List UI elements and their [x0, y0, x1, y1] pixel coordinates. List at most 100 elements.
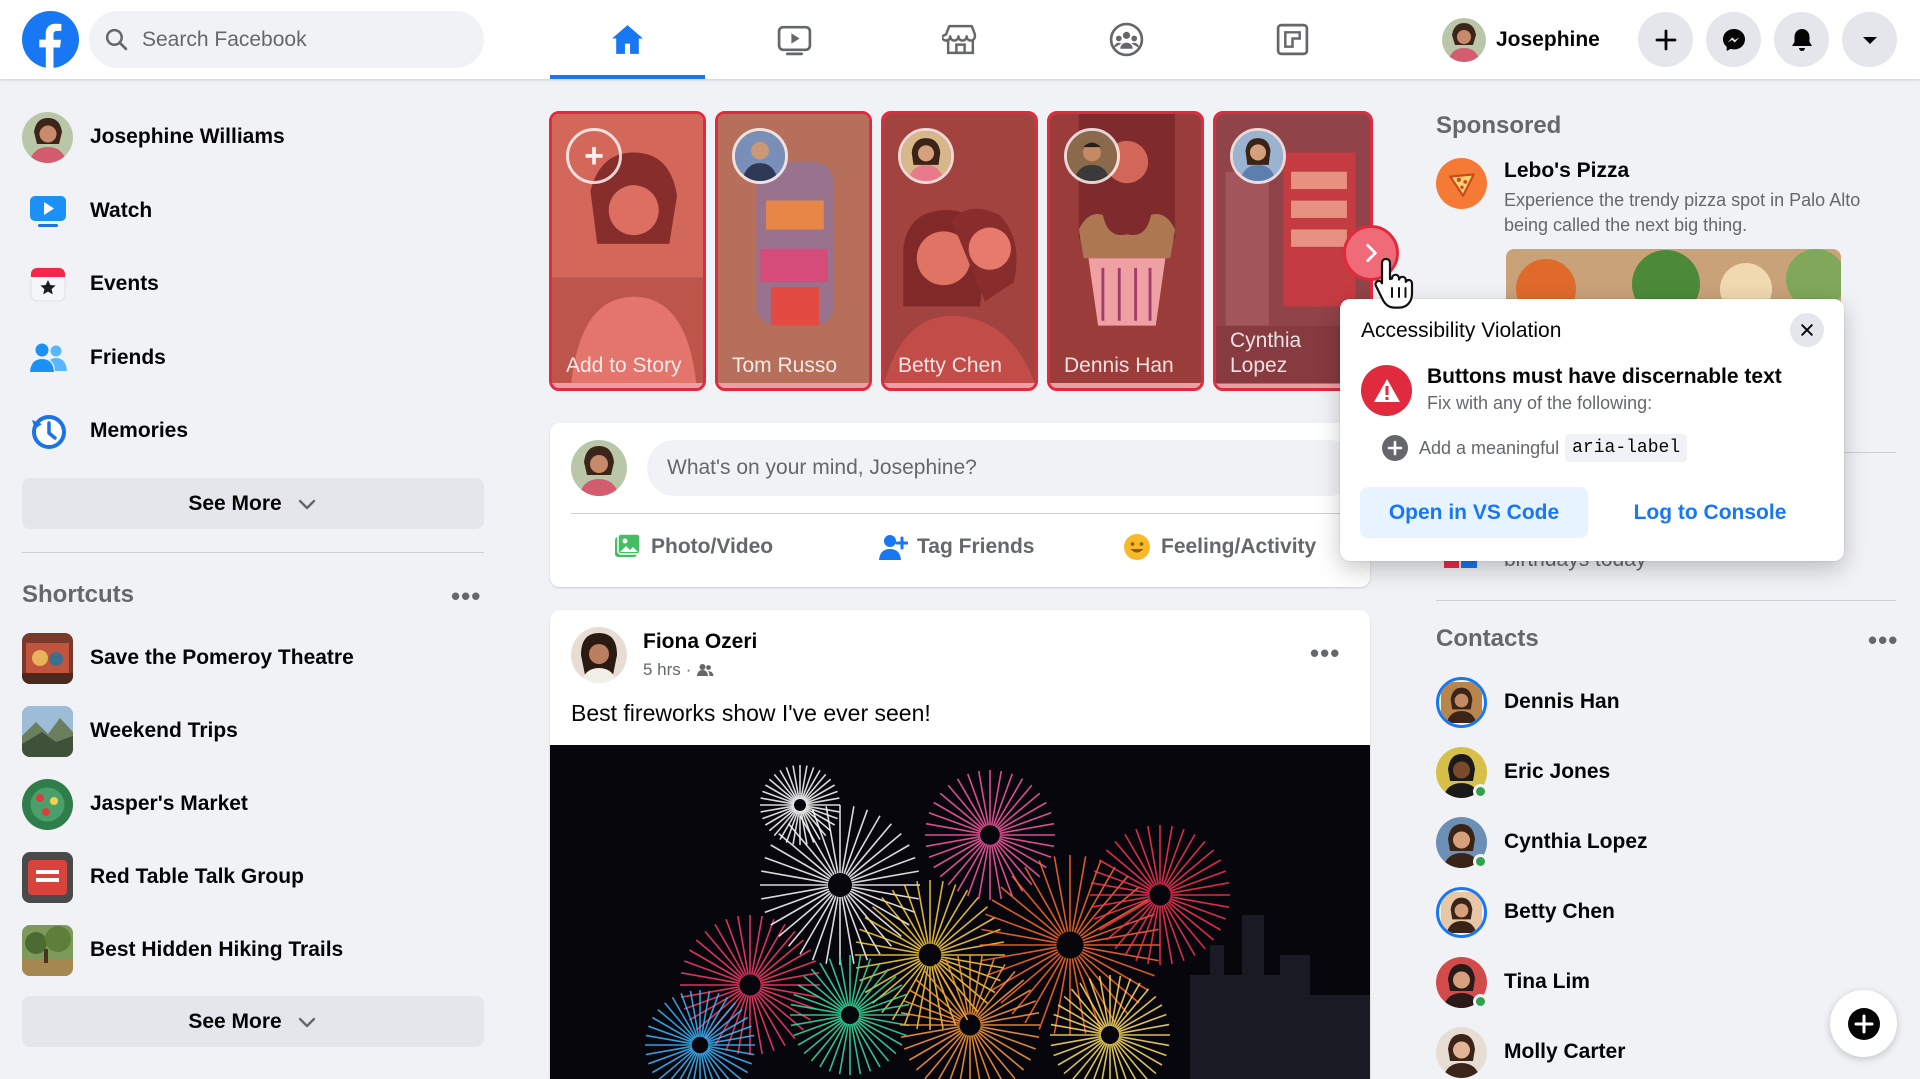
ad-image[interactable]	[1506, 249, 1841, 304]
see-more-label: See More	[188, 491, 282, 515]
shortcut-item[interactable]: Best Hidden Hiking Trails	[22, 922, 482, 978]
contact-item[interactable]: Eric Jones	[1436, 744, 1896, 800]
ad-description: Experience the trendy pizza spot in Palo…	[1504, 190, 1861, 235]
sidebar-item-events[interactable]: Events	[22, 256, 482, 312]
search-input[interactable]	[142, 27, 462, 52]
fireworks-image	[645, 765, 1370, 1079]
contact-item[interactable]: Cynthia Lopez	[1436, 814, 1896, 870]
feeling-activity-button[interactable]: Feeling/Activity	[1122, 525, 1316, 569]
composer-input[interactable]	[647, 440, 1357, 496]
shortcut-item[interactable]: Weekend Trips	[22, 703, 482, 759]
sidebar-item-label: Memories	[90, 419, 189, 442]
shortcut-thumbnail	[22, 632, 73, 684]
post-options-icon[interactable]: •••	[1310, 640, 1340, 666]
contact-item[interactable]: Dennis Han	[1436, 674, 1896, 730]
tab-marketplace[interactable]	[883, 0, 1038, 79]
advertiser-name[interactable]: Lebo's Pizza	[1504, 159, 1629, 183]
post-time[interactable]: 5 hrs	[643, 660, 681, 680]
photo-video-button[interactable]: Photo/Video	[612, 525, 773, 569]
sidebar-item-memories[interactable]: Memories	[22, 403, 482, 459]
open-in-vscode-button[interactable]: Open in VS Code	[1360, 487, 1588, 538]
sidebar-item-watch[interactable]: Watch	[22, 183, 482, 239]
avatar	[1436, 1026, 1487, 1078]
tab-home[interactable]	[550, 0, 705, 79]
warning-icon	[1361, 365, 1412, 416]
create-button[interactable]	[1638, 12, 1693, 67]
story-card[interactable]: Dennis Han	[1047, 111, 1204, 391]
contact-name: Dennis Han	[1504, 690, 1620, 713]
post-composer: Photo/Video Tag Friends Feeling/Activity	[550, 423, 1370, 587]
shortcut-thumbnail	[22, 851, 73, 903]
sidebar-item-label: Events	[90, 272, 159, 295]
log-to-console-button[interactable]: Log to Console	[1610, 487, 1810, 538]
plus-icon	[1655, 29, 1676, 50]
see-more-button[interactable]: See More	[22, 996, 484, 1047]
contacts-options-icon[interactable]: •••	[1868, 627, 1898, 653]
post-author[interactable]: Fiona Ozeri	[643, 630, 757, 654]
tag-friends-label: Tag Friends	[917, 535, 1035, 558]
sponsored-title: Sponsored	[1436, 112, 1562, 139]
shortcut-item[interactable]: Jasper's Market	[22, 776, 482, 832]
story-card-add[interactable]: + Add to Story	[549, 111, 706, 391]
story-name: Tom Russo	[732, 354, 838, 377]
messenger-button[interactable]	[1706, 12, 1761, 67]
gaming-icon	[1276, 23, 1309, 56]
post-image[interactable]	[550, 745, 1370, 1079]
story-card[interactable]: Tom Russo	[715, 111, 872, 391]
tag-friends-button[interactable]: Tag Friends	[878, 525, 1034, 569]
post-meta: 5 hrs ·	[643, 660, 714, 680]
avatar	[1436, 956, 1488, 1009]
shortcut-item[interactable]: Red Table Talk Group	[22, 849, 482, 905]
profile-name: Josephine	[1496, 28, 1600, 51]
search-bar[interactable]	[89, 11, 484, 68]
tab-watch[interactable]	[717, 0, 872, 79]
new-message-button[interactable]	[1830, 990, 1897, 1057]
story-card[interactable]: Betty Chen	[881, 111, 1038, 391]
sidebar-item-profile[interactable]: Josephine Williams	[22, 109, 482, 165]
avatar	[22, 111, 73, 163]
violation-heading: Buttons must have discernable text	[1427, 365, 1782, 388]
tab-gaming[interactable]	[1215, 0, 1370, 79]
facebook-logo-icon[interactable]	[22, 11, 79, 68]
shortcuts-more-icon[interactable]: •••	[451, 583, 481, 609]
online-status-icon	[1473, 993, 1488, 1009]
avatar	[898, 128, 954, 184]
hand-cursor-icon	[1374, 257, 1414, 309]
avatar	[732, 128, 788, 184]
violation-subheading: Fix with any of the following:	[1427, 393, 1653, 413]
marketplace-icon	[942, 24, 977, 55]
avatar[interactable]	[571, 627, 627, 683]
shortcut-label: Weekend Trips	[90, 719, 238, 742]
tag-friends-icon	[879, 535, 908, 560]
fix-prefix: Add a meaningful	[1419, 437, 1560, 458]
sidebar-item-friends[interactable]: Friends	[22, 330, 482, 386]
contact-name: Cynthia Lopez	[1504, 830, 1648, 853]
city-skyline	[1190, 915, 1370, 1079]
avatar	[1436, 816, 1488, 869]
contact-item[interactable]: Molly Carter	[1436, 1024, 1896, 1079]
avatar	[1230, 128, 1286, 184]
avatar	[1436, 746, 1488, 799]
contact-item[interactable]: Betty Chen	[1436, 884, 1896, 940]
contact-item[interactable]: Tina Lim	[1436, 954, 1896, 1010]
avatar	[1064, 128, 1120, 184]
avatar	[1436, 886, 1487, 938]
contact-name: Molly Carter	[1504, 1040, 1626, 1063]
close-icon	[1801, 324, 1813, 336]
firework-burst	[1050, 975, 1170, 1079]
tab-groups[interactable]	[1049, 0, 1204, 79]
popup-close-button[interactable]	[1790, 313, 1824, 347]
notifications-button[interactable]	[1774, 12, 1829, 67]
account-menu-button[interactable]	[1842, 12, 1897, 67]
shortcut-thumbnail	[22, 924, 73, 976]
advertiser-logo[interactable]	[1436, 158, 1487, 209]
contact-name: Betty Chen	[1504, 900, 1615, 923]
firework-burst	[790, 955, 910, 1075]
friends-audience-icon[interactable]	[696, 662, 714, 678]
post-text: Best fireworks show I've ever seen!	[571, 700, 931, 726]
accessibility-violation-popup: Accessibility Violation Buttons must hav…	[1340, 299, 1844, 561]
see-more-button[interactable]: See More	[22, 478, 484, 529]
shortcut-item[interactable]: Save the Pomeroy Theatre	[22, 630, 482, 686]
profile-chip[interactable]: Josephine	[1442, 18, 1600, 62]
divider	[571, 513, 1349, 514]
